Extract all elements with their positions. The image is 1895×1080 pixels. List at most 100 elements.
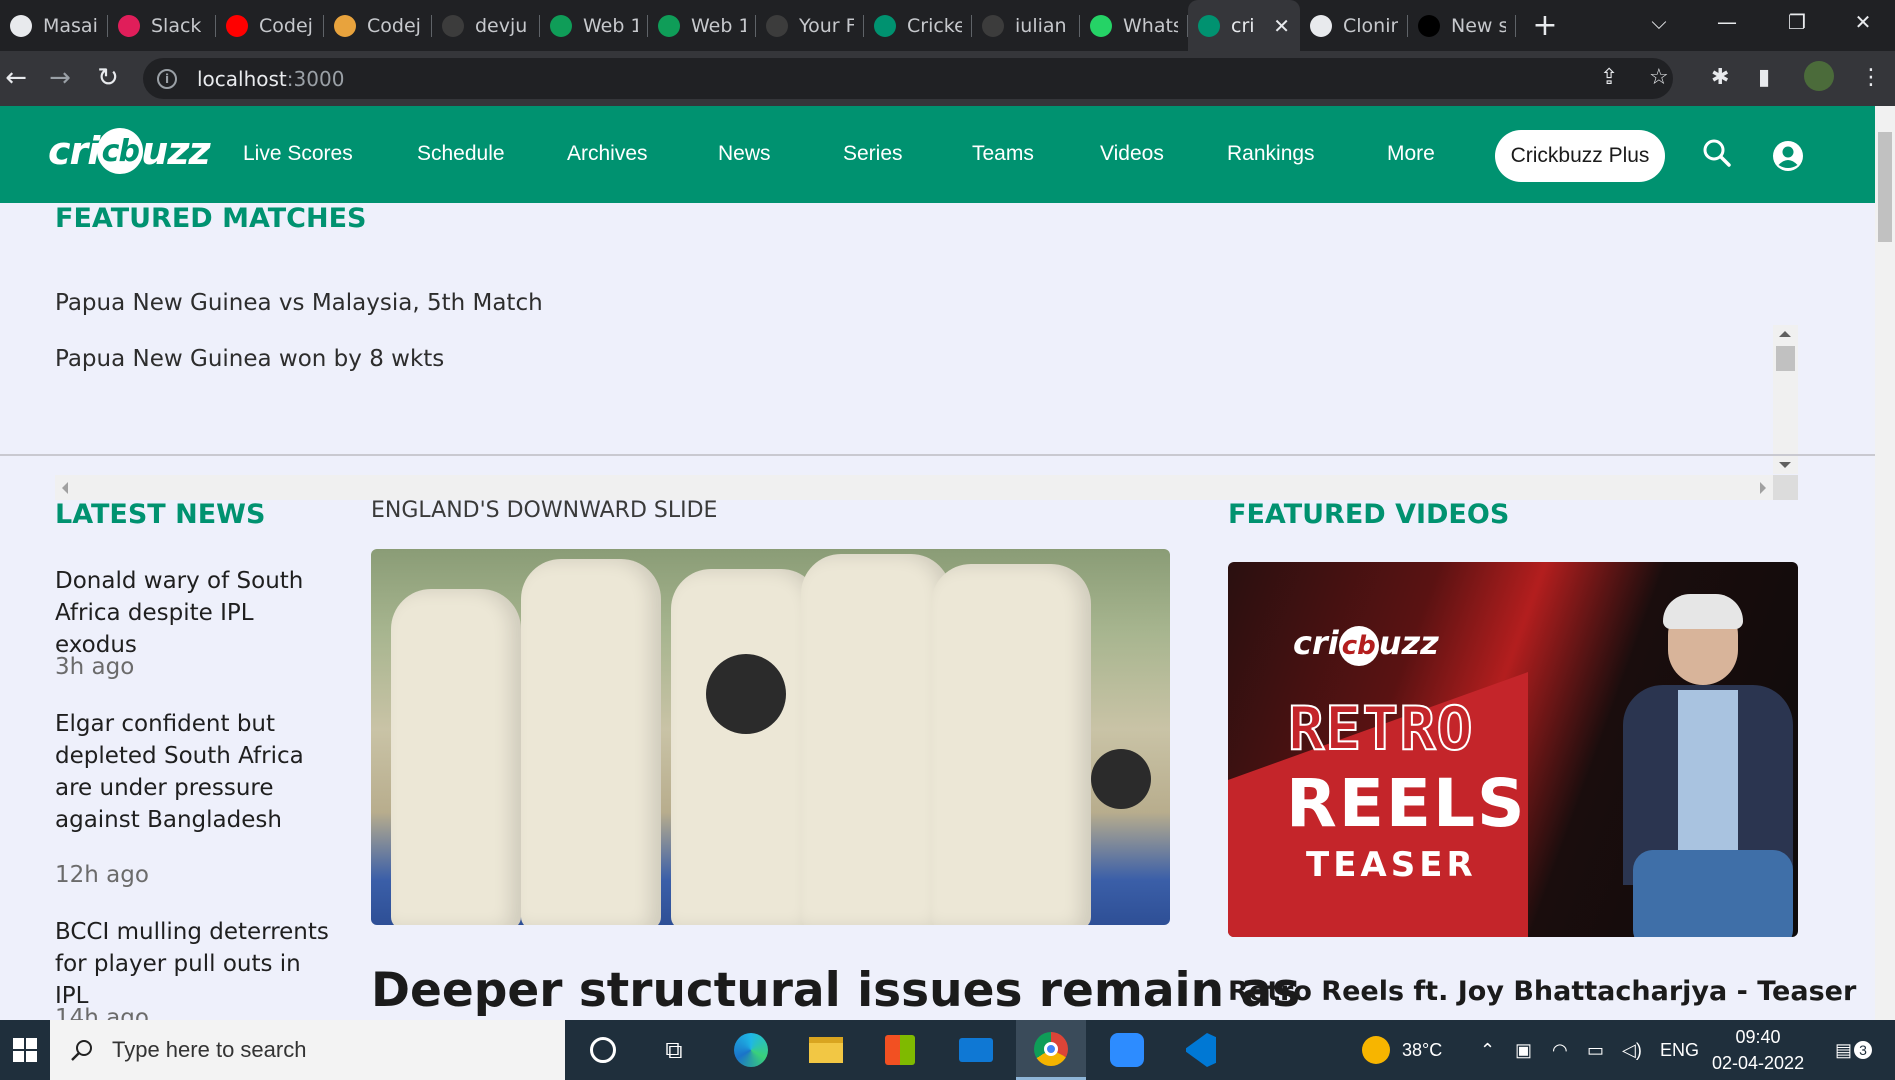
browser-tab[interactable]: Web 1: [648, 0, 756, 51]
new-tab-button[interactable]: +: [1530, 8, 1560, 43]
browser-tab[interactable]: Codej: [216, 0, 324, 51]
bookmark-star-icon[interactable]: ☆: [1649, 65, 1669, 90]
close-tab-icon[interactable]: ✕: [1273, 14, 1290, 38]
edge-icon[interactable]: [731, 1030, 771, 1070]
cricbuzz-icon: [1198, 14, 1220, 37]
news-item-headline[interactable]: Donald wary of South Africa despite IPL …: [55, 565, 335, 661]
browser-tab-title: Masai: [43, 14, 98, 37]
nav-series[interactable]: Series: [843, 142, 903, 166]
mail-icon[interactable]: [956, 1030, 996, 1070]
zoom-icon[interactable]: [1107, 1030, 1147, 1070]
nav-schedule[interactable]: Schedule: [417, 142, 505, 166]
scroll-right-arrow-icon[interactable]: [1760, 482, 1766, 494]
featured-matches-box: Papua New Guinea vs Malaysia, 5th Match …: [46, 260, 1798, 500]
browser-tab-title: Clonir: [1343, 14, 1398, 37]
chrome-taskbar-icon[interactable]: [1016, 1020, 1086, 1080]
back-icon[interactable]: ←: [0, 62, 32, 94]
browser-tab[interactable]: New s: [1408, 0, 1516, 51]
taskbar-search-box[interactable]: Type here to search: [50, 1020, 565, 1080]
user-account-icon[interactable]: [1772, 140, 1804, 176]
wifi-icon[interactable]: ◠: [1552, 1020, 1568, 1080]
nav-rankings[interactable]: Rankings: [1227, 142, 1315, 166]
browser-tab[interactable]: Masai: [0, 0, 108, 51]
crickbuzz-plus-button[interactable]: Crickbuzz Plus: [1495, 130, 1665, 182]
browser-tab[interactable]: Cricke: [864, 0, 972, 51]
page-scrollbar[interactable]: [1875, 106, 1895, 1020]
page-scroll-thumb[interactable]: [1878, 132, 1892, 242]
restore-button[interactable]: ❐: [1762, 0, 1832, 44]
browser-tab[interactable]: Whats: [1080, 0, 1188, 51]
browser-tab[interactable]: Codej: [324, 0, 432, 51]
news-item-headline[interactable]: BCCI mulling deterrents for player pull …: [55, 916, 335, 1012]
featured-matches-vertical-scrollbar[interactable]: [1773, 325, 1798, 474]
featured-video-thumbnail[interactable]: cri cbuzz RETRO REELS TEASER: [1228, 562, 1798, 937]
sheets-icon: [550, 14, 572, 37]
news-item-headline[interactable]: Elgar confident but depleted South Afric…: [55, 708, 335, 836]
browser-tab[interactable]: devju: [432, 0, 540, 51]
microsoft-store-icon[interactable]: [880, 1030, 920, 1070]
browser-tab[interactable]: iulian: [972, 0, 1080, 51]
browser-tab-title: Codej: [259, 14, 313, 37]
browser-tab-title: Your F: [799, 14, 854, 37]
browser-tab[interactable]: Slack: [108, 0, 216, 51]
file-explorer-icon[interactable]: [806, 1030, 846, 1070]
featured-match-name[interactable]: Papua New Guinea vs Malaysia, 5th Match: [55, 290, 543, 316]
windows-taskbar: Type here to search ⧉ 38°C ⌃ ▣ ◠ ▭ ◁) EN…: [0, 1020, 1895, 1080]
extensions-icon[interactable]: ✱: [1711, 65, 1729, 90]
windows-start-icon[interactable]: [0, 1020, 50, 1080]
scroll-up-arrow-icon[interactable]: [1779, 331, 1791, 337]
featured-matches-horizontal-scrollbar[interactable]: [55, 475, 1773, 500]
browser-tab-title: iulian: [1015, 14, 1067, 37]
minimize-button[interactable]: —: [1692, 0, 1762, 44]
browser-tab[interactable]: Your F: [756, 0, 864, 51]
section-divider: [0, 454, 1875, 456]
browser-tab-title: Slack: [151, 14, 202, 37]
nav-videos[interactable]: Videos: [1100, 142, 1164, 166]
video-thumb-teaser-text: TEASER: [1306, 845, 1477, 885]
battery-icon[interactable]: ▭: [1587, 1020, 1604, 1080]
top-story-image[interactable]: [371, 549, 1170, 925]
browser-tab[interactable]: Web 1: [540, 0, 648, 51]
nav-more[interactable]: More: [1387, 142, 1435, 166]
browser-tab[interactable]: cri ✕: [1188, 0, 1300, 51]
side-panel-icon[interactable]: ▮: [1758, 65, 1770, 90]
tab-search-icon[interactable]: ⌵: [1624, 0, 1694, 44]
browser-tab-title: Cricke: [907, 14, 962, 37]
slack-icon: [118, 14, 140, 37]
browser-tab[interactable]: Clonir: [1300, 0, 1408, 51]
nav-archives[interactable]: Archives: [567, 142, 648, 166]
clock[interactable]: 09:40 02-04-2022: [1712, 1020, 1804, 1080]
cricbuzz-logo[interactable]: cri cb uzz: [48, 128, 211, 174]
address-bar[interactable]: i localhost:3000: [143, 58, 1673, 99]
language-indicator[interactable]: ENG: [1660, 1020, 1699, 1080]
nav-teams[interactable]: Teams: [972, 142, 1034, 166]
cortana-icon[interactable]: [583, 1030, 623, 1070]
nav-news[interactable]: News: [718, 142, 771, 166]
browser-tab-title: devju: [475, 14, 528, 37]
reload-icon[interactable]: ↻: [92, 62, 124, 94]
chrome-menu-icon[interactable]: ⋮: [1860, 65, 1882, 90]
notifications-icon[interactable]: ▤ 3: [1835, 1020, 1873, 1080]
scroll-left-arrow-icon[interactable]: [62, 482, 68, 494]
scroll-thumb[interactable]: [1776, 346, 1795, 371]
search-icon[interactable]: [1702, 138, 1732, 172]
top-story-headline[interactable]: Deeper structural issues remain as: [371, 963, 1300, 1018]
featured-video-title[interactable]: Retro Reels ft. Joy Bhattacharjya - Teas…: [1228, 976, 1856, 1007]
scroll-down-arrow-icon[interactable]: [1779, 462, 1791, 468]
task-view-icon[interactable]: ⧉: [654, 1030, 694, 1070]
share-icon[interactable]: ⇪: [1600, 65, 1618, 90]
search-icon: [71, 1040, 92, 1061]
profile-avatar[interactable]: [1804, 61, 1834, 91]
weather-widget[interactable]: 38°C: [1362, 1020, 1442, 1080]
sheets-icon: [658, 14, 680, 37]
nav-live-scores[interactable]: Live Scores: [243, 142, 353, 166]
browser-tab-title: New s: [1451, 14, 1506, 37]
site-info-icon[interactable]: i: [157, 68, 177, 89]
forward-icon[interactable]: →: [44, 62, 76, 94]
vscode-icon[interactable]: [1181, 1030, 1221, 1070]
tray-chevron-icon[interactable]: ⌃: [1480, 1020, 1495, 1080]
meet-now-icon[interactable]: ▣: [1515, 1020, 1532, 1080]
volume-icon[interactable]: ◁): [1622, 1020, 1642, 1080]
close-window-button[interactable]: ✕: [1828, 0, 1895, 44]
site-header: cri cb uzz Live Scores Schedule Archives N…: [0, 106, 1875, 203]
